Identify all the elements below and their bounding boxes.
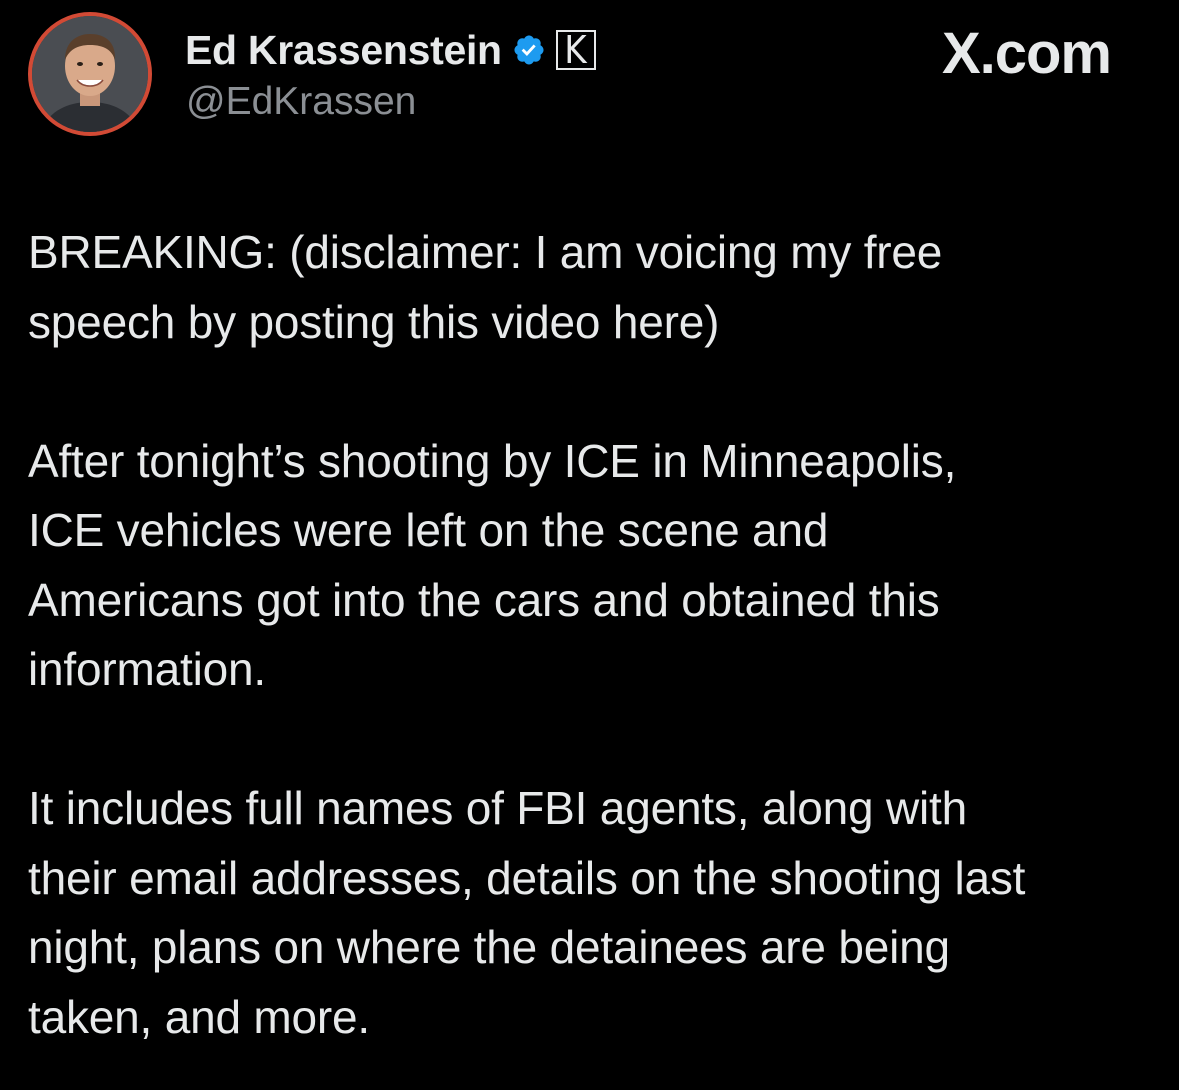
post-text: BREAKING: (disclaimer: I am voicing my f… [28,218,1168,1052]
author-display-name[interactable]: Ed Krassenstein [185,27,502,74]
affiliate-badge-icon[interactable]: K [555,28,596,72]
post-paragraph-2: After tonight’s shooting by ICE in Minne… [28,434,957,696]
avatar-photo-icon [32,16,148,132]
site-brand-label: X.com [941,21,1112,86]
author-name-row: Ed Krassenstein K [185,22,596,78]
post-paragraph-3: It includes full names of FBI agents, al… [28,782,1026,1043]
author-handle[interactable]: @EdKrassen [186,80,416,124]
affiliate-badge-letter: K [564,28,588,72]
post-header: Ed Krassenstein K @EdKrassen X.com [0,0,1179,150]
author-avatar[interactable] [28,12,152,136]
post-paragraph-1: BREAKING: (disclaimer: I am voicing my f… [28,226,943,348]
verified-badge-icon[interactable] [512,33,546,67]
